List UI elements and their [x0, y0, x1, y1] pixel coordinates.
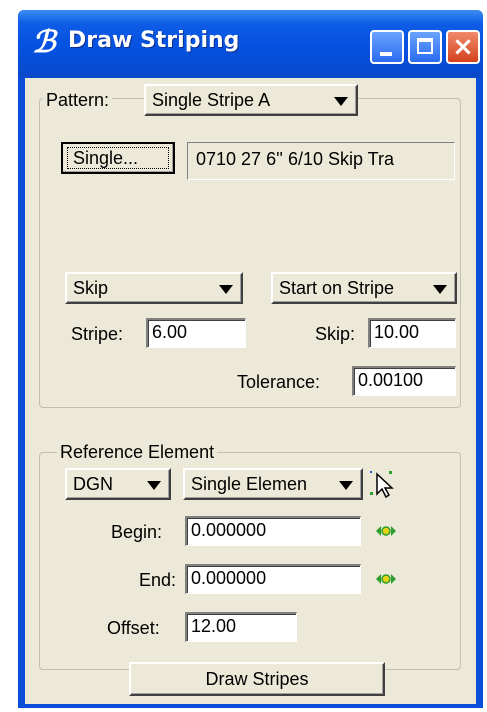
window-title: Draw Striping: [68, 28, 240, 53]
reference-mode-dropdown[interactable]: Single Elemen: [183, 468, 363, 500]
single-button[interactable]: Single...: [61, 142, 175, 174]
draw-striping-window: ℬ Draw Striping × Pattern: Single Stripe…: [0, 0, 487, 712]
maximize-icon: [417, 38, 433, 54]
chevron-down-icon: [147, 481, 161, 490]
reference-source-value: DGN: [73, 474, 113, 494]
tolerance-input[interactable]: 0.00100: [352, 366, 456, 396]
locate-end-icon[interactable]: [375, 572, 397, 586]
pattern-label: Pattern:: [43, 90, 113, 111]
single-pattern-display: 0710 27 6'' 6/10 Skip Tra: [187, 142, 455, 180]
stripe-input[interactable]: 6.00: [146, 318, 246, 348]
start-on-value: Start on Stripe: [279, 278, 395, 298]
minimize-icon: [380, 52, 392, 56]
dialog-client-area: Pattern: Single Stripe A Single... 0710 …: [25, 78, 476, 704]
chevron-down-icon: [433, 285, 447, 294]
offset-label: Offset:: [107, 618, 160, 638]
chevron-down-icon: [334, 97, 348, 106]
skip-input[interactable]: 10.00: [368, 318, 456, 348]
minimize-button[interactable]: [370, 30, 404, 64]
chevron-down-icon: [339, 481, 353, 490]
end-input[interactable]: 0.000000: [185, 564, 361, 594]
stripe-label: Stripe:: [71, 324, 124, 344]
begin-label: Begin:: [111, 522, 163, 542]
tolerance-label: Tolerance:: [237, 372, 321, 392]
pattern-dropdown-value: Single Stripe A: [152, 90, 271, 110]
skip-type-value: Skip: [73, 278, 109, 298]
app-logo-icon: ℬ: [32, 25, 56, 60]
select-element-icon[interactable]: [367, 468, 397, 500]
locate-begin-icon[interactable]: [375, 524, 397, 538]
close-icon: ×: [452, 32, 474, 62]
draw-stripes-button[interactable]: Draw Stripes: [129, 662, 385, 696]
start-on-dropdown[interactable]: Start on Stripe: [271, 272, 457, 304]
chevron-down-icon: [219, 285, 233, 294]
reference-element-legend: Reference Element: [57, 442, 218, 463]
pattern-dropdown[interactable]: Single Stripe A: [144, 84, 358, 116]
reference-source-dropdown[interactable]: DGN: [65, 468, 171, 500]
single-button-label: Single...: [73, 148, 139, 168]
title-bar[interactable]: ℬ Draw Striping ×: [18, 10, 483, 78]
offset-input[interactable]: 12.00: [185, 612, 297, 642]
maximize-button[interactable]: [408, 30, 442, 64]
close-button[interactable]: ×: [446, 30, 480, 64]
reference-mode-value: Single Elemen: [191, 474, 308, 494]
skip-type-dropdown[interactable]: Skip: [65, 272, 243, 304]
end-label: End:: [139, 570, 177, 590]
begin-input[interactable]: 0.000000: [185, 516, 361, 546]
draw-stripes-label: Draw Stripes: [205, 669, 309, 689]
skip-label: Skip:: [315, 324, 356, 344]
